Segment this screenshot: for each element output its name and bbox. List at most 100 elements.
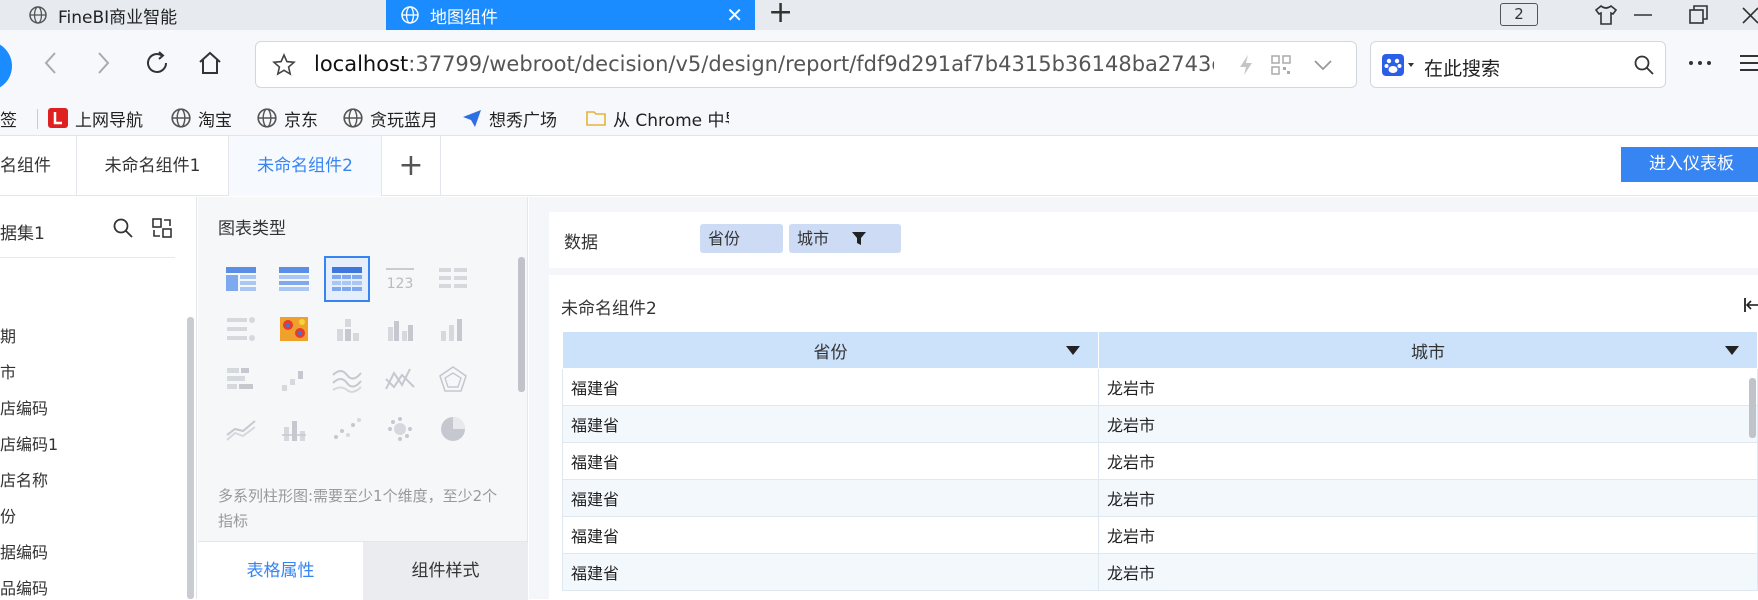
bar-horizontal-icon[interactable] [218, 356, 264, 402]
bookmark-item[interactable]: 贪玩蓝月 [342, 105, 438, 131]
dataset-field[interactable]: 据编码 [0, 539, 48, 563]
close-tab-icon[interactable]: ✕ [726, 5, 743, 25]
line-chart-icon[interactable] [324, 356, 370, 402]
column-chart-icon[interactable] [430, 306, 476, 352]
more-icon[interactable] [1686, 49, 1714, 77]
search-input[interactable]: 在此搜索 [1424, 54, 1500, 81]
tab-table-properties[interactable]: 表格属性 [198, 542, 363, 600]
qr-code-icon[interactable] [1270, 54, 1292, 76]
add-component-button[interactable]: + [382, 136, 441, 196]
table-cell[interactable]: 龙岩市 [1098, 368, 1758, 406]
dataset-field[interactable]: 份 [0, 503, 16, 527]
new-tab-button[interactable]: + [768, 0, 793, 28]
minimize-icon[interactable] [1630, 3, 1656, 27]
table-row: 福建省 龙岩市 [562, 479, 1758, 517]
forward-icon[interactable] [92, 49, 114, 77]
home-icon[interactable] [196, 49, 224, 77]
area-chart-icon[interactable] [377, 356, 423, 402]
baidu-paw-icon[interactable] [1381, 53, 1415, 77]
table-cell[interactable]: 福建省 [562, 368, 1099, 406]
component-tab[interactable]: 名组件 [0, 136, 77, 196]
dataset-field[interactable]: 品编码 [0, 575, 48, 599]
dataset-panel: 据集1 期 市 店编码 店编码1 店名称 份 据编码 品编码 [0, 197, 197, 599]
browser-tab-map[interactable]: 地图组件 ✕ [386, 0, 755, 30]
heatmap-icon[interactable] [271, 306, 317, 352]
table-cell[interactable]: 福建省 [562, 553, 1099, 591]
star-icon[interactable] [272, 53, 296, 77]
pie-chart-icon[interactable] [430, 406, 476, 452]
gauge-list-icon[interactable] [218, 306, 264, 352]
multi-line-icon[interactable] [218, 406, 264, 452]
column-header-city[interactable]: 城市 [1098, 331, 1758, 369]
kpi-table-icon[interactable] [430, 256, 476, 302]
dataset-field[interactable]: 店名称 [0, 467, 48, 491]
table-cell[interactable]: 龙岩市 [1098, 553, 1758, 591]
bookmark-item[interactable]: 淘宝 [170, 105, 232, 131]
dataset-field[interactable]: 店编码 [0, 395, 48, 419]
bookmark-item[interactable]: 从 Chrome 中导入 [585, 105, 729, 131]
dataset-title[interactable]: 据集1 [0, 219, 45, 244]
close-window-icon[interactable] [1740, 3, 1758, 27]
dataset-field[interactable]: 店编码1 [0, 431, 58, 455]
search-icon[interactable] [1633, 54, 1655, 76]
grouped-bar-icon[interactable] [377, 306, 423, 352]
expand-width-icon[interactable] [1743, 296, 1758, 314]
table-grouped-icon[interactable] [218, 256, 264, 302]
table-cell[interactable]: 福建省 [562, 405, 1099, 443]
table-cell[interactable]: 龙岩市 [1098, 479, 1758, 517]
filter-icon[interactable] [851, 231, 867, 246]
scrollbar[interactable] [1749, 378, 1756, 438]
scrollbar[interactable] [518, 257, 525, 392]
table-cell[interactable]: 福建省 [562, 479, 1099, 517]
table-detail-icon[interactable] [324, 256, 370, 302]
browser-tab-finebi[interactable]: FineBI商业智能 [28, 0, 383, 30]
shirt-icon[interactable] [1593, 3, 1619, 27]
url-text[interactable]: localhost:37799/webroot/decision/v5/desi… [314, 52, 1214, 76]
table-row: 福建省 龙岩市 [562, 405, 1758, 443]
bookmark-item[interactable]: 上网导航 [47, 105, 143, 131]
search-box[interactable]: 在此搜索 [1370, 41, 1666, 88]
component-tab[interactable]: 未命名组件1 [77, 136, 229, 196]
combo-chart-icon[interactable] [271, 406, 317, 452]
radar-chart-icon[interactable] [430, 356, 476, 402]
sort-dropdown-icon[interactable] [1066, 346, 1080, 355]
data-table: 省份 城市 福建省 龙岩市 福建省 龙岩市 福建省 龙岩市 福建省 龙岩市 福建省 龙岩市… [562, 331, 1758, 591]
waterfall-icon[interactable] [271, 356, 317, 402]
sort-dropdown-icon[interactable] [1725, 346, 1739, 355]
reload-icon[interactable] [144, 49, 172, 77]
tab-component-style[interactable]: 组件样式 [363, 542, 528, 600]
tab-count-badge[interactable]: 2 [1500, 3, 1538, 26]
scatter-icon[interactable] [324, 406, 370, 452]
lightning-icon[interactable] [1237, 54, 1255, 76]
scrollbar[interactable] [187, 317, 194, 599]
table-cell[interactable]: 龙岩市 [1098, 405, 1758, 443]
browser-logo[interactable] [0, 41, 12, 91]
restore-icon[interactable] [1685, 3, 1711, 27]
kpi-number-icon[interactable]: 123 [377, 256, 423, 302]
bubble-icon[interactable] [377, 406, 423, 452]
component-tab-active[interactable]: 未命名组件2 [229, 136, 382, 196]
chevron-down-icon[interactable] [1312, 56, 1334, 74]
table-cell[interactable]: 龙岩市 [1098, 516, 1758, 554]
menu-icon[interactable] [1736, 49, 1758, 77]
column-header-province[interactable]: 省份 [562, 331, 1099, 369]
address-bar[interactable]: localhost:37799/webroot/decision/v5/desi… [255, 41, 1357, 88]
dimension-pill-city[interactable]: 城市 [789, 224, 901, 253]
table-cross-icon[interactable] [271, 256, 317, 302]
bookmark-item[interactable]: 想秀广场 [461, 105, 557, 131]
table-cell[interactable]: 龙岩市 [1098, 442, 1758, 480]
table-cell[interactable]: 福建省 [562, 442, 1099, 480]
table-cell[interactable]: 福建省 [562, 516, 1099, 554]
back-icon[interactable] [40, 49, 62, 77]
widget-title[interactable]: 未命名组件2 [561, 294, 657, 319]
bookmark-item[interactable]: 签 [0, 105, 17, 131]
stacked-bar-icon[interactable] [324, 306, 370, 352]
field-switch-icon[interactable] [150, 216, 174, 240]
dimension-pill-province[interactable]: 省份 [700, 224, 783, 253]
enter-dashboard-button[interactable]: 进入仪表板 [1621, 147, 1758, 182]
dataset-field[interactable]: 期 [0, 323, 16, 347]
dataset-field[interactable]: 市 [0, 359, 16, 383]
search-icon[interactable] [112, 217, 134, 239]
table-widget: 未命名组件2 省份 城市 福建省 龙岩市 福建省 龙岩市 福建省 龙岩市 福建省 龙岩市… [549, 275, 1758, 599]
bookmark-item[interactable]: 京东 [256, 105, 318, 131]
